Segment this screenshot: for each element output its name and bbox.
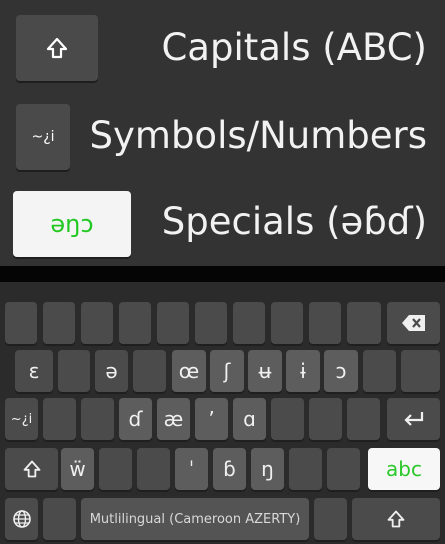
key-r1-10[interactable] bbox=[347, 302, 381, 344]
legend-symbols-row: ~¿i Symbols/Numbers bbox=[0, 98, 445, 178]
key-r4-4[interactable]: ˈ bbox=[175, 448, 208, 490]
key-r1-2[interactable] bbox=[43, 302, 75, 344]
backspace-icon bbox=[401, 314, 427, 332]
legend-symbols-label: Symbols/Numbers bbox=[89, 114, 427, 157]
shift-key-bottom[interactable] bbox=[352, 498, 440, 540]
key-r2-5[interactable]: œ bbox=[172, 350, 206, 392]
key-r1-3[interactable] bbox=[81, 302, 113, 344]
separator bbox=[0, 266, 445, 282]
key-r1-8[interactable] bbox=[271, 302, 303, 344]
legend-specials-row: əŋɔ Specials (əɓɗ) bbox=[0, 186, 445, 262]
key-r2-1[interactable]: ɛ bbox=[15, 350, 53, 392]
enter-key[interactable] bbox=[387, 398, 440, 440]
key-r4-2[interactable] bbox=[99, 448, 132, 490]
space-key[interactable]: Mutlilingual (Cameroon AZERTY) bbox=[81, 498, 309, 540]
key-r3-7[interactable] bbox=[271, 398, 304, 440]
key-r4-7[interactable] bbox=[289, 448, 322, 490]
language-key[interactable] bbox=[5, 498, 38, 540]
legend-specials-label: Specials (əɓɗ) bbox=[161, 200, 427, 243]
key-r1-7[interactable] bbox=[233, 302, 265, 344]
key-r4-5[interactable]: ɓ bbox=[213, 448, 246, 490]
shift-icon bbox=[45, 36, 69, 60]
keyboard-legend: Capitals (ABC) ~¿i Symbols/Numbers əŋɔ S… bbox=[0, 0, 445, 266]
key-r3-2[interactable] bbox=[81, 398, 114, 440]
backspace-key[interactable] bbox=[387, 302, 440, 344]
key-r3-9[interactable] bbox=[347, 398, 380, 440]
specials-key-sample: əŋɔ bbox=[13, 191, 131, 257]
key-r2-9[interactable]: ɔ bbox=[324, 350, 358, 392]
key-r1-4[interactable] bbox=[119, 302, 151, 344]
key-r2-8[interactable]: ɨ bbox=[286, 350, 320, 392]
keyboard: ɛ ə œ ʃ ʉ ɨ ɔ ~¿i ɗ æ ’ ɑ ẅ ˈ ɓ ŋ abc Mu… bbox=[0, 282, 445, 544]
key-r3-5[interactable]: ’ bbox=[195, 398, 228, 440]
key-r4-3[interactable] bbox=[137, 448, 170, 490]
shift-key[interactable] bbox=[5, 448, 58, 490]
key-r5-2[interactable] bbox=[314, 498, 347, 540]
key-r3-1[interactable] bbox=[43, 398, 76, 440]
key-r3-4[interactable]: æ bbox=[157, 398, 190, 440]
key-r3-3[interactable]: ɗ bbox=[119, 398, 152, 440]
key-r2-6[interactable]: ʃ bbox=[210, 350, 244, 392]
symbols-key[interactable]: ~¿i bbox=[5, 398, 38, 440]
abc-key[interactable]: abc bbox=[368, 448, 440, 490]
globe-icon bbox=[12, 509, 32, 529]
shift-key-sample bbox=[16, 15, 98, 81]
legend-capitals-row: Capitals (ABC) bbox=[0, 0, 445, 88]
key-r1-5[interactable] bbox=[157, 302, 189, 344]
key-r2-4[interactable] bbox=[133, 350, 166, 392]
key-r2-3[interactable]: ə bbox=[95, 350, 128, 392]
key-r2-7[interactable]: ʉ bbox=[248, 350, 282, 392]
key-r2-11[interactable] bbox=[401, 350, 440, 392]
key-r3-8[interactable] bbox=[309, 398, 342, 440]
shift-icon bbox=[22, 459, 42, 479]
key-r3-6[interactable]: ɑ bbox=[233, 398, 266, 440]
key-r1-1[interactable] bbox=[5, 302, 37, 344]
key-r2-2[interactable] bbox=[58, 350, 90, 392]
key-r4-6[interactable]: ŋ bbox=[251, 448, 284, 490]
key-r2-10[interactable] bbox=[363, 350, 396, 392]
key-r4-1[interactable]: ẅ bbox=[61, 448, 94, 490]
key-r1-9[interactable] bbox=[309, 302, 341, 344]
legend-capitals-label: Capitals (ABC) bbox=[161, 26, 427, 69]
key-r4-8[interactable] bbox=[327, 448, 360, 490]
key-r1-6[interactable] bbox=[195, 302, 227, 344]
shift-icon bbox=[386, 509, 406, 529]
enter-icon bbox=[403, 410, 425, 428]
symbols-key-sample: ~¿i bbox=[16, 104, 70, 170]
key-r5-1[interactable] bbox=[43, 498, 76, 540]
